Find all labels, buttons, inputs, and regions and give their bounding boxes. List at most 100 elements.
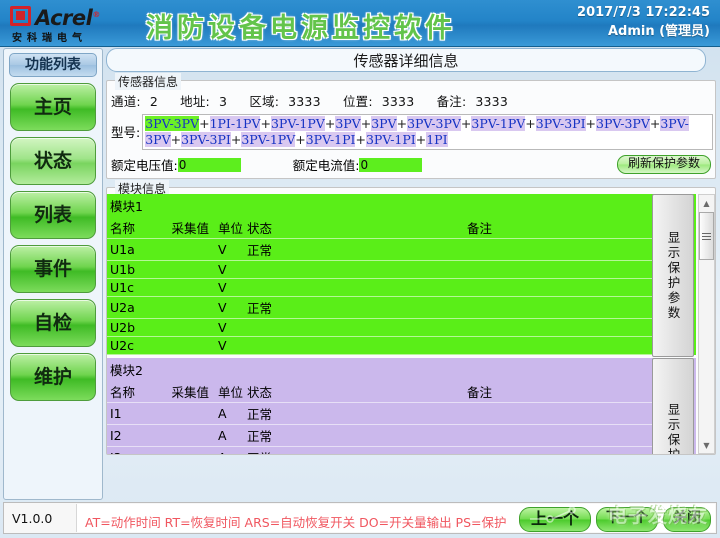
rated-voltage-label: 额定电压值:: [111, 155, 178, 174]
column-header: 单位: [215, 217, 244, 239]
table-cell: 正常: [244, 297, 301, 319]
field-address: 地址:3: [180, 94, 236, 109]
table-cell: V: [215, 279, 244, 297]
table-cell: U2b: [107, 319, 150, 337]
module-vertical-scrollbar[interactable]: ▲ ▼: [698, 194, 715, 454]
table-cell: [244, 261, 301, 279]
rated-current-value[interactable]: 0: [359, 158, 422, 172]
show-protection-params-label: 显示保护参数: [664, 231, 683, 321]
table-cell: [150, 297, 215, 319]
page-title: 消防设备电源监控软件: [146, 6, 456, 45]
model-token-separator: +: [361, 116, 371, 131]
acrel-logo-mark-icon: [10, 6, 31, 26]
table-cell: [150, 447, 215, 455]
rated-values-row: 额定电压值: 0 额定电流值: 0 刷新保护参数: [107, 152, 715, 178]
show-protection-params-button[interactable]: 显示保护参数: [652, 194, 694, 357]
brand-registered-mark: ®: [92, 10, 100, 19]
column-header: 采集值: [150, 381, 215, 403]
header-datetime: 2017/7/3 17:22:45: [577, 3, 710, 22]
scrollbar-thumb[interactable]: [699, 212, 714, 260]
sidebar-item-list[interactable]: 列表: [10, 191, 96, 239]
table-row[interactable]: I3A正常: [107, 447, 655, 455]
model-token-separator: +: [260, 116, 270, 131]
table-cell: V: [215, 297, 244, 319]
sidebar-item-status[interactable]: 状态: [10, 137, 96, 185]
table-cell: I2: [107, 425, 150, 447]
table-cell: [301, 297, 655, 319]
model-token: 3PV-1PI: [366, 132, 416, 147]
table-cell: I3: [107, 447, 150, 455]
model-token-separator: +: [461, 116, 471, 131]
scroll-down-arrow-icon[interactable]: ▼: [699, 437, 714, 453]
rated-current-label: 额定电流值:: [293, 155, 360, 174]
table-cell: [301, 403, 655, 425]
column-header: 状态: [244, 381, 301, 403]
sidebar-item-selftest[interactable]: 自检: [10, 299, 96, 347]
model-token-separator: +: [171, 132, 181, 147]
table-cell: 正常: [244, 403, 301, 425]
sidebar-title: 功能列表: [9, 53, 97, 77]
header-user: Admin (管理员): [577, 22, 710, 41]
show-protection-params-button[interactable]: 显示保护参数: [652, 358, 694, 454]
module-table: 名称采集值单位状态备注U1aV正常U1bVU1cVU2aV正常U2bVU2cV: [107, 217, 655, 355]
table-cell: A: [215, 425, 244, 447]
model-token: 3PV-3PV: [145, 116, 199, 131]
table-row[interactable]: U1bV: [107, 261, 655, 279]
model-token: 1PI: [426, 132, 447, 147]
show-protection-params-label: 显示保护参数: [664, 403, 683, 455]
table-row[interactable]: I1A正常: [107, 403, 655, 425]
model-token-separator: +: [295, 132, 305, 147]
sidebar-item-events[interactable]: 事件: [10, 245, 96, 293]
model-token: 3PV-3PV: [407, 116, 461, 131]
table-cell: [150, 337, 215, 355]
table-cell: U2c: [107, 337, 150, 355]
table-cell: [301, 425, 655, 447]
model-value-box[interactable]: 3PV-3PV+1PI-1PV+3PV-1PV+3PV+3PV+3PV-3PV+…: [142, 114, 713, 150]
module-table: 名称采集值单位状态备注I1A正常I2A正常I3A正常U1V正常U2V正常U3V正…: [107, 381, 655, 454]
next-button[interactable]: 下一个: [596, 507, 658, 532]
table-cell: [150, 279, 215, 297]
table-row[interactable]: U2cV: [107, 337, 655, 355]
model-token-separator: +: [650, 116, 660, 131]
model-token: 1PI-1PV: [210, 116, 261, 131]
model-token-separator: +: [231, 132, 241, 147]
close-button[interactable]: 关闭: [663, 507, 711, 532]
sidebar-item-maintenance[interactable]: 维护: [10, 353, 96, 401]
module-block: 模块2名称采集值单位状态备注I1A正常I2A正常I3A正常U1V正常U2V正常U…: [107, 358, 696, 454]
table-row[interactable]: U2bV: [107, 319, 655, 337]
acrel-logo: Acrel® 安科瑞电气: [10, 4, 130, 44]
table-cell: [301, 279, 655, 297]
table-row[interactable]: U1cV: [107, 279, 655, 297]
field-position: 位置:3333: [343, 94, 423, 109]
model-row: 型号: 3PV-3PV+1PI-1PV+3PV-1PV+3PV+3PV+3PV-…: [107, 113, 715, 152]
column-header: 状态: [244, 217, 301, 239]
column-header: 名称: [107, 381, 150, 403]
module-info-group: 模块信息 模块1名称采集值单位状态备注U1aV正常U1bVU1cVU2aV正常U…: [106, 187, 716, 455]
previous-button[interactable]: 上一个: [519, 507, 591, 532]
sidebar-item-home[interactable]: 主页: [10, 83, 96, 131]
content-title: 传感器详细信息: [106, 48, 706, 72]
rated-voltage-value[interactable]: 0: [178, 158, 241, 172]
table-cell: A: [215, 403, 244, 425]
table-cell: [150, 403, 215, 425]
scroll-up-arrow-icon[interactable]: ▲: [699, 195, 714, 211]
sensor-info-group-label: 传感器信息: [115, 73, 181, 90]
model-token-separator: +: [199, 116, 209, 131]
model-token: 3PV-1PV: [271, 116, 325, 131]
refresh-protection-params-button[interactable]: 刷新保护参数: [617, 155, 711, 174]
table-cell: U1a: [107, 239, 150, 261]
model-token-separator: +: [416, 132, 426, 147]
navigation-buttons: 上一个 下一个 关闭: [519, 507, 711, 532]
model-label: 型号:: [109, 114, 140, 141]
table-cell: 正常: [244, 447, 301, 455]
app-header: Acrel® 安科瑞电气 消防设备电源监控软件 2017/7/3 17:22:4…: [0, 0, 720, 47]
table-cell: [301, 447, 655, 455]
brand-chinese-name: 安科瑞电气: [10, 29, 130, 44]
model-token: 3PV-3PV: [596, 116, 650, 131]
table-row[interactable]: I2A正常: [107, 425, 655, 447]
model-token: 3PV-1PV: [471, 116, 525, 131]
module-scroll-area: 模块1名称采集值单位状态备注U1aV正常U1bVU1cVU2aV正常U2bVU2…: [107, 194, 715, 454]
table-row[interactable]: U1aV正常: [107, 239, 655, 261]
table-row[interactable]: U2aV正常: [107, 297, 655, 319]
legend-text: AT=动作时间 RT=恢复时间 ARS=自动恢复开关 DO=开关量输出 PS=保…: [85, 512, 507, 531]
